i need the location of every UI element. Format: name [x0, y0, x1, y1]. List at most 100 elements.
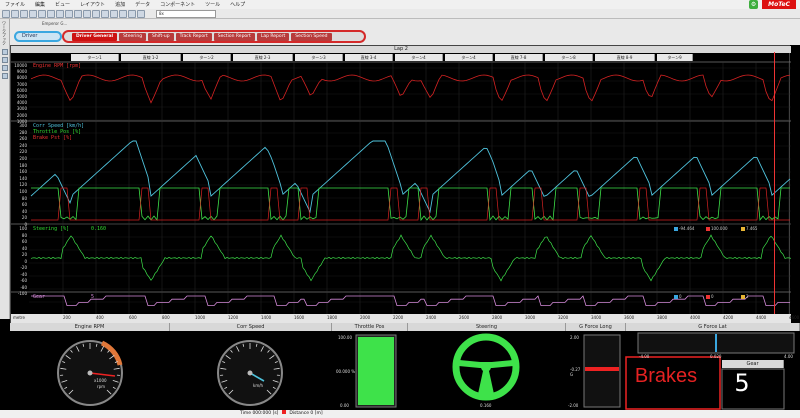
y-axis-tick: 300 [19, 123, 27, 128]
glat-max: 4.00 [784, 354, 793, 359]
status-distance: Distance 0 [m] [289, 411, 323, 416]
workbook-sidebar: ワークブック [0, 19, 10, 319]
rpm-unit-scale: x1000 [94, 378, 107, 383]
y-axis-tick: 40 [21, 245, 27, 251]
menu-view[interactable]: ビュー [50, 1, 75, 8]
status-time: Time 000:000 [s] [240, 411, 279, 416]
time-distance-graph[interactable]: Lap 2 ターン1 直線 1-2 ターン2 直線 2-3 ターン3 直線 3-4 ターン4… [10, 45, 799, 323]
motec-i2-window: ファイル 編集 ビュー レイアウト 追加 データ コンポーネント ツール ヘルプ… [0, 0, 800, 418]
x-axis-tick: 2200 [393, 315, 404, 320]
x-axis-tick: 800 [162, 315, 170, 320]
y-axis-tick: 3000 [16, 106, 27, 112]
throttle-max: 100.00 [338, 335, 352, 340]
menu-data[interactable]: データ [130, 1, 155, 8]
undo-icon[interactable] [56, 9, 64, 18]
glong-value: -0.27 G [570, 367, 581, 377]
y-axis-tick: 7000 [16, 81, 27, 87]
x-axis-tick: 2400 [426, 315, 437, 320]
gear-readout: 5 [734, 369, 750, 397]
y-axis-tick: 0 [24, 258, 27, 264]
gear-icon[interactable]: ⚙ [749, 0, 759, 9]
speed-unit: km/h [253, 383, 264, 388]
status-bar: Time 000:000 [s] Distance 0 [m] [0, 410, 800, 418]
save-icon[interactable] [11, 9, 19, 18]
zoom-out-icon[interactable] [83, 9, 91, 18]
y-axis-tick: 6000 [16, 87, 27, 93]
menu-add[interactable]: 追加 [110, 1, 130, 8]
y-axis-tick: -60 [20, 278, 27, 283]
sidebar-label: ワークブック [2, 21, 7, 45]
y-axis-tick: -100 [17, 291, 27, 296]
rpm-channel-label: Engine RPM [rpm] [33, 63, 82, 69]
sidebar-tool-icon[interactable] [1, 57, 8, 63]
brake-channel-label: Brake Pst [%] [33, 135, 73, 141]
lap-prev-icon[interactable] [110, 9, 118, 18]
toolbar: 8x [0, 9, 800, 19]
y-axis-tick: 240 [19, 142, 27, 148]
stop-icon[interactable] [137, 9, 145, 18]
tab-shift-up[interactable]: Shift-up [148, 32, 174, 41]
redo-icon[interactable] [65, 9, 73, 18]
glong-max: 2.00 [570, 335, 579, 340]
y-axis-tick: 9000 [16, 69, 27, 75]
y-axis-tick: 2000 [16, 112, 27, 118]
tab-lap-report[interactable]: Lap Report [256, 32, 290, 41]
y-axis-tick: 140 [19, 175, 27, 181]
menu-tools[interactable]: ツール [200, 1, 225, 8]
distance-marker-icon [281, 410, 286, 414]
y-axis-tick: 20 [21, 215, 27, 221]
play-icon[interactable] [128, 9, 136, 18]
y-axis-tick: -40 [20, 271, 27, 277]
zoom-in-icon[interactable] [74, 9, 82, 18]
lap-next-icon[interactable] [119, 9, 127, 18]
playback-speed-select[interactable]: 8x [156, 9, 216, 18]
tab-section-report[interactable]: Section Report [213, 32, 255, 41]
y-axis-tick: 40 [21, 208, 27, 214]
cut-icon[interactable] [29, 9, 37, 18]
x-axis-tick: 3000 [525, 315, 536, 320]
tab-driver[interactable]: Driver [14, 31, 62, 42]
print-icon[interactable] [20, 9, 28, 18]
gear-max-readout: 0 [706, 294, 714, 299]
x-axis-tick: 3200 [558, 315, 569, 320]
x-axis-tick: 1800 [327, 315, 338, 320]
measure-icon[interactable] [101, 9, 109, 18]
menu-layout[interactable]: レイアウト [75, 1, 110, 8]
sidebar-tool-icon[interactable] [1, 73, 8, 79]
graph-cursor[interactable] [774, 52, 775, 320]
y-axis-tick: 10000 [14, 63, 27, 68]
menu-help[interactable]: ヘルプ [225, 1, 250, 8]
open-icon[interactable] [2, 9, 10, 18]
speed-dial [217, 340, 283, 406]
x-axis-tick: 3800 [657, 315, 668, 320]
x-axis-tick: 4000 [690, 315, 701, 320]
tab-driver-general[interactable]: Driver General [72, 32, 118, 41]
y-axis-tick: 200 [19, 156, 27, 161]
y-axis-tick: 100 [19, 189, 27, 194]
x-axis-tick: 600 [129, 315, 137, 320]
steering-channel-label: Steering [%] [33, 226, 70, 232]
cursor-icon[interactable] [92, 9, 100, 18]
rpm-trace [30, 74, 791, 104]
menu-component[interactable]: コンポーネント [155, 1, 200, 8]
throttle-min: 0.00 [340, 403, 349, 408]
steering-avg-readout: 7.465 [741, 226, 757, 231]
x-axis-tick: 3600 [624, 315, 635, 320]
x-axis-tick: 2600 [459, 315, 470, 320]
y-axis-tick: 220 [19, 149, 27, 155]
tab-section-speed[interactable]: Section Speed [291, 32, 332, 41]
y-axis-tick: 260 [19, 136, 27, 142]
x-axis-tick: 1600 [294, 315, 305, 320]
paste-icon[interactable] [47, 9, 55, 18]
tab-track-report[interactable]: Track Report [175, 32, 212, 41]
y-axis-tick: -80 [20, 284, 27, 290]
menu-file[interactable]: ファイル [0, 1, 30, 8]
tab-steering[interactable]: Steering [119, 32, 147, 41]
y-axis-tick: 60 [21, 239, 27, 244]
y-axis-tick: 20 [21, 252, 27, 257]
copy-icon[interactable] [38, 9, 46, 18]
x-axis-tick: 4200 [723, 315, 734, 320]
sidebar-tool-icon[interactable] [1, 49, 8, 55]
sidebar-tool-icon[interactable] [1, 65, 8, 71]
menu-edit[interactable]: 編集 [30, 1, 50, 8]
